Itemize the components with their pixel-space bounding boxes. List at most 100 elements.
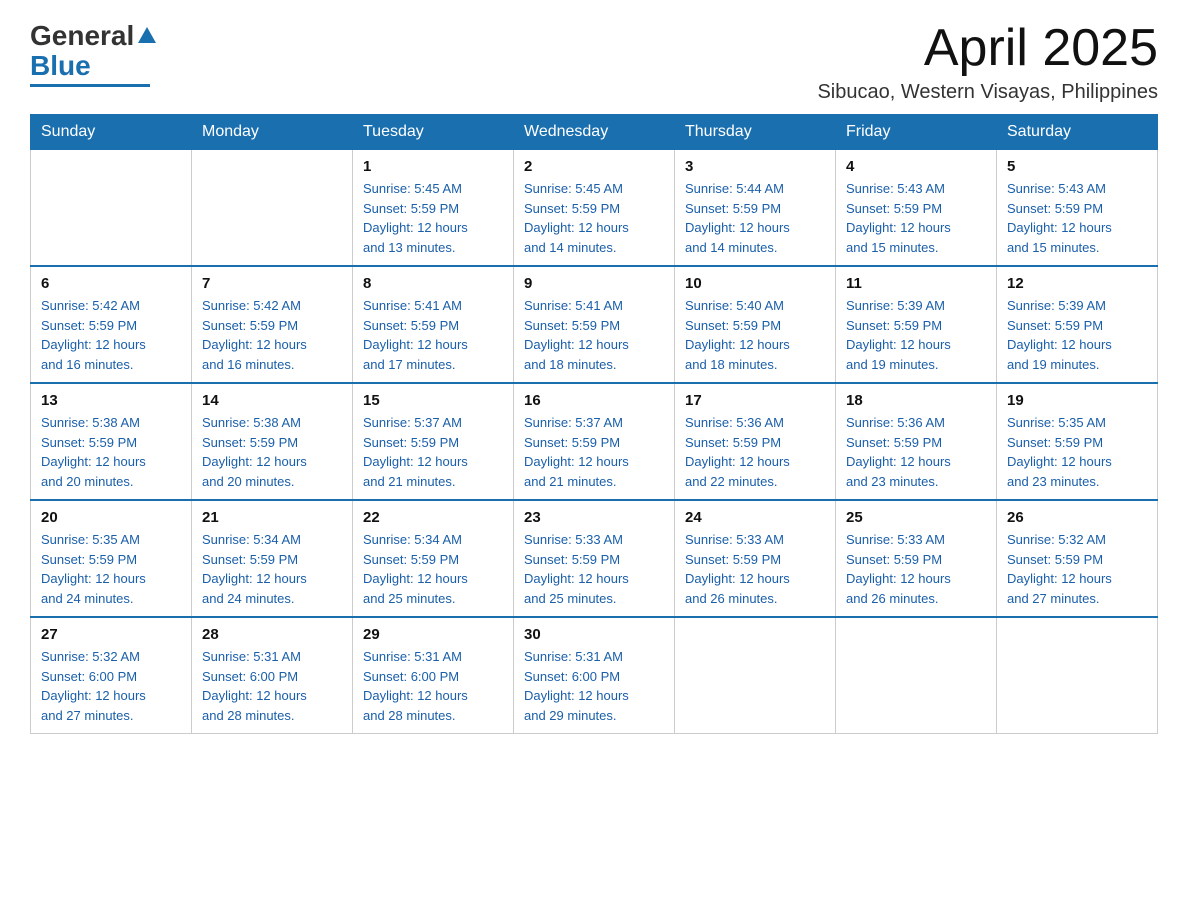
logo-underline [30,84,150,87]
weekday-header-monday: Monday [192,115,353,150]
day-number: 13 [41,392,181,409]
calendar-cell: 26 Sunrise: 5:32 AM Sunset: 5:59 PM Dayli… [997,500,1158,617]
day-info: Sunrise: 5:35 AM Sunset: 5:59 PM Dayligh… [1007,413,1147,491]
calendar-cell: 6Sunrise: 5:42 AM Sunset: 5:59 PM Daylig… [31,266,192,383]
weekday-header-saturday: Saturday [997,115,1158,150]
calendar-cell: 5 Sunrise: 5:43 AM Sunset: 5:59 PM Daylig… [997,150,1158,267]
day-number: 24 [685,509,825,526]
day-info: Sunrise: 5:36 AM Sunset: 5:59 PM Dayligh… [685,413,825,491]
calendar-cell: 14 Sunrise: 5:38 AM Sunset: 5:59 PM Dayli… [192,383,353,500]
day-number: 6 [41,275,181,292]
calendar-cell: 3 Sunrise: 5:44 AM Sunset: 5:59 PM Daylig… [675,150,836,267]
day-info: Sunrise: 5:34 AM Sunset: 5:59 PM Dayligh… [202,530,342,608]
calendar-cell: 9Sunrise: 5:41 AM Sunset: 5:59 PM Daylig… [514,266,675,383]
day-number: 23 [524,509,664,526]
calendar-cell: 27Sunrise: 5:32 AM Sunset: 6:00 PM Dayli… [31,617,192,734]
weekday-header-row: SundayMondayTuesdayWednesdayThursdayFrid… [31,115,1158,150]
weekday-header-friday: Friday [836,115,997,150]
calendar-cell: 25 Sunrise: 5:33 AM Sunset: 5:59 PM Dayli… [836,500,997,617]
calendar-cell: 15 Sunrise: 5:37 AM Sunset: 5:59 PM Dayli… [353,383,514,500]
calendar-cell: 10 Sunrise: 5:40 AM Sunset: 5:59 PM Dayli… [675,266,836,383]
calendar-cell: 21 Sunrise: 5:34 AM Sunset: 5:59 PM Dayli… [192,500,353,617]
logo: General Blue [30,20,158,87]
day-info: Sunrise: 5:33 AM Sunset: 5:59 PM Dayligh… [524,530,664,608]
calendar-cell [675,617,836,734]
day-info: Sunrise: 5:44 AM Sunset: 5:59 PM Dayligh… [685,179,825,257]
day-info: Sunrise: 5:41 AM Sunset: 5:59 PM Dayligh… [363,296,503,374]
day-number: 22 [363,509,503,526]
day-info: Sunrise: 5:38 AM Sunset: 5:59 PM Dayligh… [41,413,181,491]
day-number: 14 [202,392,342,409]
page-header: General Blue April 2025 Sibucao, Western… [30,20,1158,104]
logo-blue-text: Blue [30,50,91,82]
calendar-cell: 22 Sunrise: 5:34 AM Sunset: 5:59 PM Dayli… [353,500,514,617]
day-number: 15 [363,392,503,409]
calendar-cell: 28Sunrise: 5:31 AM Sunset: 6:00 PM Dayli… [192,617,353,734]
calendar-cell: 11 Sunrise: 5:39 AM Sunset: 5:59 PM Dayli… [836,266,997,383]
weekday-header-tuesday: Tuesday [353,115,514,150]
day-number: 21 [202,509,342,526]
day-number: 4 [846,158,986,175]
day-number: 26 [1007,509,1147,526]
calendar-week-row: 1Sunrise: 5:45 AM Sunset: 5:59 PM Daylig… [31,150,1158,267]
calendar-cell: 8 Sunrise: 5:41 AM Sunset: 5:59 PM Daylig… [353,266,514,383]
day-info: Sunrise: 5:40 AM Sunset: 5:59 PM Dayligh… [685,296,825,374]
calendar-cell: 20Sunrise: 5:35 AM Sunset: 5:59 PM Dayli… [31,500,192,617]
calendar-cell: 2 Sunrise: 5:45 AM Sunset: 5:59 PM Daylig… [514,150,675,267]
calendar-cell: 30Sunrise: 5:31 AM Sunset: 6:00 PM Dayli… [514,617,675,734]
day-info: Sunrise: 5:37 AM Sunset: 5:59 PM Dayligh… [524,413,664,491]
day-info: Sunrise: 5:39 AM Sunset: 5:59 PM Dayligh… [1007,296,1147,374]
calendar-week-row: 20Sunrise: 5:35 AM Sunset: 5:59 PM Dayli… [31,500,1158,617]
calendar-week-row: 13 Sunrise: 5:38 AM Sunset: 5:59 PM Dayli… [31,383,1158,500]
day-number: 25 [846,509,986,526]
day-number: 28 [202,626,342,643]
day-number: 3 [685,158,825,175]
day-info: Sunrise: 5:32 AM Sunset: 5:59 PM Dayligh… [1007,530,1147,608]
day-info: Sunrise: 5:36 AM Sunset: 5:59 PM Dayligh… [846,413,986,491]
day-number: 18 [846,392,986,409]
weekday-header-wednesday: Wednesday [514,115,675,150]
day-info: Sunrise: 5:34 AM Sunset: 5:59 PM Dayligh… [363,530,503,608]
calendar-cell [836,617,997,734]
day-info: Sunrise: 5:35 AM Sunset: 5:59 PM Dayligh… [41,530,181,608]
day-number: 27 [41,626,181,643]
day-number: 2 [524,158,664,175]
day-number: 8 [363,275,503,292]
header-right: April 2025 Sibucao, Western Visayas, Phi… [817,20,1158,104]
calendar-cell: 23 Sunrise: 5:33 AM Sunset: 5:59 PM Dayli… [514,500,675,617]
day-info: Sunrise: 5:38 AM Sunset: 5:59 PM Dayligh… [202,413,342,491]
calendar-cell: 24 Sunrise: 5:33 AM Sunset: 5:59 PM Dayli… [675,500,836,617]
day-info: Sunrise: 5:31 AM Sunset: 6:00 PM Dayligh… [363,647,503,725]
day-number: 16 [524,392,664,409]
calendar-cell: 18 Sunrise: 5:36 AM Sunset: 5:59 PM Dayli… [836,383,997,500]
calendar-cell [31,150,192,267]
day-info: Sunrise: 5:45 AM Sunset: 5:59 PM Dayligh… [363,179,503,257]
day-info: Sunrise: 5:43 AM Sunset: 5:59 PM Dayligh… [1007,179,1147,257]
day-info: Sunrise: 5:33 AM Sunset: 5:59 PM Dayligh… [685,530,825,608]
day-number: 11 [846,275,986,292]
day-info: Sunrise: 5:41 AM Sunset: 5:59 PM Dayligh… [524,296,664,374]
calendar-cell: 17Sunrise: 5:36 AM Sunset: 5:59 PM Dayli… [675,383,836,500]
calendar-cell: 4Sunrise: 5:43 AM Sunset: 5:59 PM Daylig… [836,150,997,267]
calendar-week-row: 6Sunrise: 5:42 AM Sunset: 5:59 PM Daylig… [31,266,1158,383]
day-number: 10 [685,275,825,292]
calendar-table: SundayMondayTuesdayWednesdayThursdayFrid… [30,114,1158,734]
calendar-cell [997,617,1158,734]
day-number: 5 [1007,158,1147,175]
weekday-header-thursday: Thursday [675,115,836,150]
calendar-week-row: 27Sunrise: 5:32 AM Sunset: 6:00 PM Dayli… [31,617,1158,734]
day-info: Sunrise: 5:37 AM Sunset: 5:59 PM Dayligh… [363,413,503,491]
calendar-cell: 19Sunrise: 5:35 AM Sunset: 5:59 PM Dayli… [997,383,1158,500]
day-number: 7 [202,275,342,292]
day-info: Sunrise: 5:33 AM Sunset: 5:59 PM Dayligh… [846,530,986,608]
day-number: 12 [1007,275,1147,292]
day-info: Sunrise: 5:39 AM Sunset: 5:59 PM Dayligh… [846,296,986,374]
day-info: Sunrise: 5:45 AM Sunset: 5:59 PM Dayligh… [524,179,664,257]
location-subtitle: Sibucao, Western Visayas, Philippines [817,81,1158,104]
logo-general-text: General [30,20,134,52]
day-number: 29 [363,626,503,643]
calendar-cell: 16 Sunrise: 5:37 AM Sunset: 5:59 PM Dayli… [514,383,675,500]
month-year-title: April 2025 [817,20,1158,77]
calendar-cell: 1Sunrise: 5:45 AM Sunset: 5:59 PM Daylig… [353,150,514,267]
day-number: 30 [524,626,664,643]
